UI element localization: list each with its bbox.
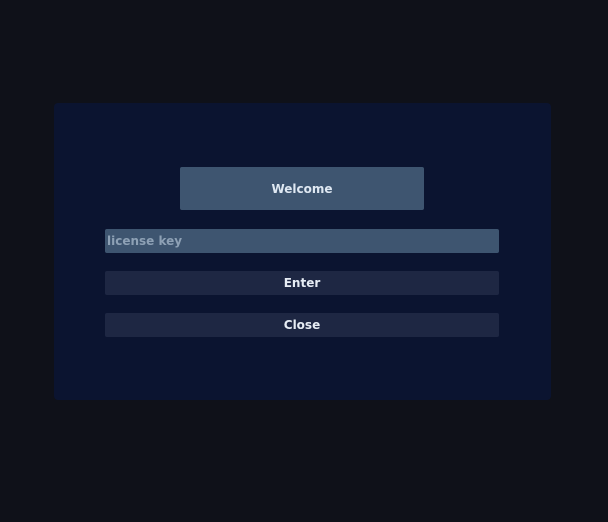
close-button[interactable]: Close xyxy=(105,313,499,337)
enter-button[interactable]: Enter xyxy=(105,271,499,295)
license-dialog: Welcome Enter Close xyxy=(54,103,551,400)
welcome-banner: Welcome xyxy=(180,167,424,210)
license-key-input[interactable] xyxy=(105,229,499,253)
